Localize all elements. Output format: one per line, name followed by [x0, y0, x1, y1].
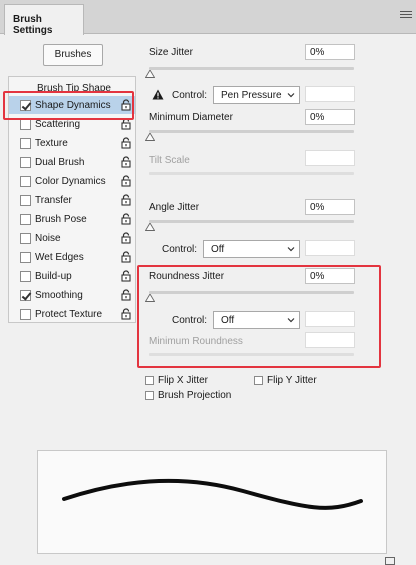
checkbox-wet-edges[interactable] [20, 252, 31, 263]
size-control-extra-input[interactable] [305, 86, 355, 102]
list-item-label: Smoothing [35, 290, 83, 301]
angle-jitter-slider[interactable] [149, 220, 354, 223]
flip-y-jitter-label: Flip Y Jitter [267, 375, 317, 386]
angle-control-value: Off [211, 244, 225, 255]
angle-jitter-input[interactable]: 0% [305, 199, 355, 215]
list-item-smoothing[interactable]: Smoothing [9, 286, 135, 304]
list-item-label: Texture [35, 138, 68, 149]
flip-x-jitter-label: Flip X Jitter [158, 375, 209, 386]
size-jitter-slider[interactable] [149, 67, 354, 70]
minimum-diameter-input[interactable]: 0% [305, 109, 355, 125]
size-jitter-label: Size Jitter [149, 47, 193, 58]
brush-projection-label: Brush Projection [158, 390, 232, 401]
list-item-noise[interactable]: Noise [9, 229, 135, 247]
checkbox-flip-x-jitter[interactable] [145, 376, 154, 385]
brush-stroke-sample [62, 478, 363, 510]
angle-control-select[interactable]: Off [203, 240, 300, 258]
minimum-diameter-slider[interactable] [149, 130, 354, 133]
checkbox-color-dynamics[interactable] [20, 176, 31, 187]
lock-icon[interactable] [121, 232, 131, 244]
size-control-value: Pen Pressure [221, 90, 282, 101]
highlight-box-roundness [137, 265, 381, 368]
list-item-protect-texture[interactable]: Protect Texture [9, 305, 135, 323]
size-control-label: Control: [172, 90, 208, 101]
lock-icon[interactable] [121, 137, 131, 149]
lock-icon[interactable] [121, 251, 131, 263]
angle-control-label: Control: [162, 244, 198, 255]
slider-thumb-icon[interactable] [145, 70, 155, 78]
checkbox-brush-projection[interactable] [145, 391, 154, 400]
lock-icon[interactable] [121, 175, 131, 187]
list-item-label: Transfer [35, 195, 72, 206]
brush-stroke-preview [37, 450, 387, 554]
minimum-diameter-label: Minimum Diameter [149, 112, 233, 123]
list-item-color-dynamics[interactable]: Color Dynamics [9, 172, 135, 190]
checkbox-texture[interactable] [20, 138, 31, 149]
menu-icon[interactable] [400, 11, 412, 21]
checkbox-dual-brush[interactable] [20, 157, 31, 168]
list-item-label: Noise [35, 233, 61, 244]
lock-icon[interactable] [121, 308, 131, 320]
size-control-select[interactable]: Pen Pressure [213, 86, 300, 104]
angle-jitter-label: Angle Jitter [149, 202, 200, 213]
checkbox-smoothing[interactable] [20, 290, 31, 301]
slider-thumb-icon[interactable] [145, 133, 155, 141]
warning-icon [152, 89, 164, 100]
list-item-wet-edges[interactable]: Wet Edges [9, 248, 135, 266]
list-item-label: Protect Texture [35, 309, 103, 320]
tilt-scale-slider [149, 172, 354, 175]
checkbox-protect-texture[interactable] [20, 309, 31, 320]
panel-tab-bar: Brush Settings [0, 0, 416, 36]
list-item-label: Build-up [35, 271, 72, 282]
lock-icon[interactable] [121, 194, 131, 206]
list-item-texture[interactable]: Texture [9, 134, 135, 152]
size-jitter-input[interactable]: 0% [305, 44, 355, 60]
list-item-brush-pose[interactable]: Brush Pose [9, 210, 135, 228]
lock-icon[interactable] [121, 270, 131, 282]
lock-icon[interactable] [121, 156, 131, 168]
chevron-down-icon [287, 93, 295, 98]
lock-icon[interactable] [121, 289, 131, 301]
checkbox-transfer[interactable] [20, 195, 31, 206]
checkbox-build-up[interactable] [20, 271, 31, 282]
lock-icon[interactable] [121, 213, 131, 225]
slider-thumb-icon[interactable] [145, 223, 155, 231]
brushes-button[interactable]: Brushes [43, 44, 103, 66]
angle-control-extra-input[interactable] [305, 240, 355, 256]
list-item-build-up[interactable]: Build-up [9, 267, 135, 285]
tilt-scale-label: Tilt Scale [149, 155, 190, 166]
checkbox-brush-pose[interactable] [20, 214, 31, 225]
new-preset-icon[interactable] [385, 557, 395, 565]
list-item-transfer[interactable]: Transfer [9, 191, 135, 209]
list-item-label: Brush Pose [35, 214, 87, 225]
checkbox-scattering[interactable] [20, 119, 31, 130]
checkbox-noise[interactable] [20, 233, 31, 244]
highlight-box-shape-dynamics [3, 91, 134, 120]
tilt-scale-input [305, 150, 355, 166]
tab-brush-settings[interactable]: Brush Settings [4, 4, 84, 36]
list-item-label: Scattering [35, 119, 81, 130]
list-item-label: Dual Brush [35, 157, 85, 168]
list-item-label: Wet Edges [35, 252, 84, 263]
chevron-down-icon [287, 247, 295, 252]
list-item-dual-brush[interactable]: Dual Brush [9, 153, 135, 171]
checkbox-flip-y-jitter[interactable] [254, 376, 263, 385]
list-item-label: Color Dynamics [35, 176, 106, 187]
